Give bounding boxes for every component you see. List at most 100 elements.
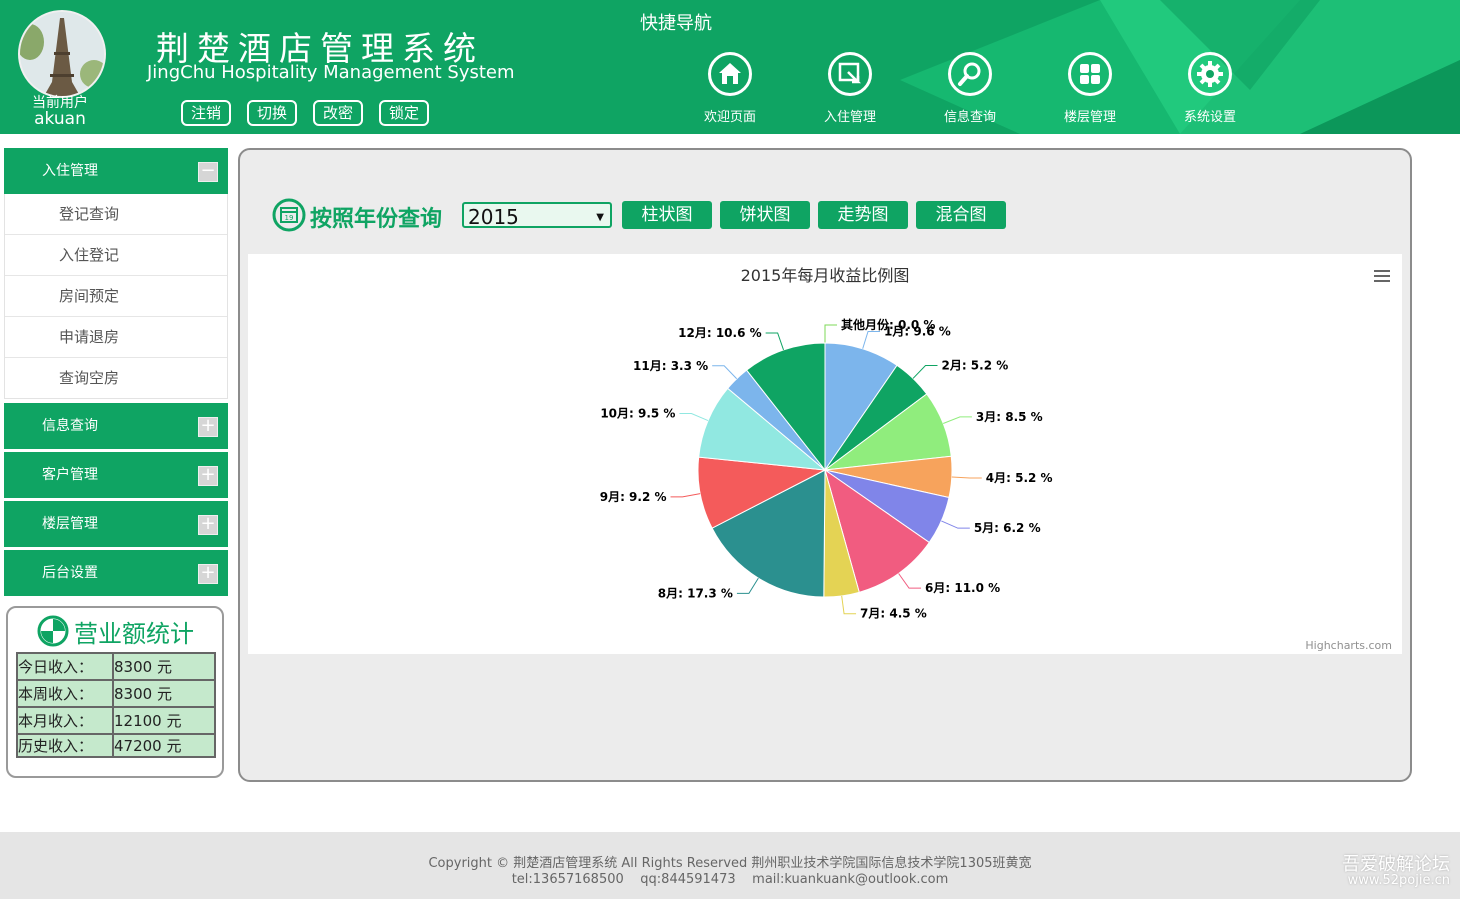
change-password-button[interactable]: 改密 bbox=[313, 100, 363, 126]
connector-line-5 bbox=[941, 520, 970, 529]
user-avatar[interactable] bbox=[18, 10, 106, 98]
sidebar-section-label: 信息查询 bbox=[42, 418, 98, 434]
data-label-9: 9月: 9.2 % bbox=[600, 490, 667, 504]
sidebar-item-room-reservation[interactable]: 房间预定 bbox=[5, 275, 227, 316]
data-label-4: 4月: 5.2 % bbox=[986, 471, 1053, 485]
table-row: 本周收入： 8300 元 bbox=[16, 679, 216, 708]
connector-line-9 bbox=[670, 493, 701, 498]
year-select-value: 2015 bbox=[468, 205, 519, 229]
pie-chart-icon bbox=[37, 615, 69, 647]
sidebar-item-registration-query[interactable]: 登记查询 bbox=[5, 194, 227, 234]
sidebar-item-checkout-request[interactable]: 申请退房 bbox=[5, 316, 227, 357]
calendar-icon: 19 bbox=[272, 198, 306, 232]
lock-button[interactable]: 锁定 bbox=[379, 100, 429, 126]
eiffel-tower-icon bbox=[20, 12, 104, 96]
sidebar-section-customer[interactable]: 客户管理 + bbox=[4, 452, 228, 498]
bar-chart-button[interactable]: 柱状图 bbox=[622, 201, 712, 229]
pie-chart-button[interactable]: 饼状图 bbox=[720, 201, 810, 229]
connector-line-2 bbox=[912, 364, 938, 379]
stats-value: 12100 元 bbox=[112, 706, 216, 735]
nav-label: 欢迎页面 bbox=[703, 110, 756, 125]
gear-icon bbox=[1188, 52, 1232, 96]
current-user-name: akuan bbox=[34, 109, 86, 129]
stats-value: 47200 元 bbox=[112, 733, 216, 758]
header: 当前用户 akuan 荆楚酒店管理系统 JingChu Hospitality … bbox=[0, 0, 1460, 134]
sidebar-item-checkin-registration[interactable]: 入住登记 bbox=[5, 234, 227, 275]
mixed-chart-button[interactable]: 混合图 bbox=[916, 201, 1006, 229]
stats-title: 营业额统计 bbox=[74, 620, 194, 648]
sidebar-section-floor[interactable]: 楼层管理 + bbox=[4, 501, 228, 547]
stats-value: 8300 元 bbox=[112, 679, 216, 708]
data-label-7: 7月: 4.5 % bbox=[860, 607, 927, 621]
connector-line-11 bbox=[712, 365, 738, 380]
table-row: 历史收入： 47200 元 bbox=[16, 733, 216, 758]
logout-button[interactable]: 注销 bbox=[181, 100, 231, 126]
collapse-icon[interactable]: − bbox=[198, 162, 218, 182]
app-subtitle: JingChu Hospitality Management System bbox=[147, 62, 515, 83]
svg-text:19: 19 bbox=[285, 214, 294, 222]
sidebar: 入住管理 − 登记查询 入住登记 房间预定 申请退房 查询空房 信息查询 + 客… bbox=[4, 148, 228, 599]
footer: Copyright © 荆楚酒店管理系统 All Rights Reserved… bbox=[0, 832, 1460, 899]
sidebar-section-info-query[interactable]: 信息查询 + bbox=[4, 403, 228, 449]
expand-icon[interactable]: + bbox=[198, 466, 218, 486]
year-select[interactable]: 2015 ▼ bbox=[462, 202, 612, 229]
connector-line-6 bbox=[898, 573, 922, 589]
data-label-5: 5月: 6.2 % bbox=[974, 521, 1041, 535]
nav-system-settings[interactable]: 系统设置 bbox=[1160, 52, 1260, 125]
connector-line-4 bbox=[951, 476, 982, 479]
nav-label: 楼层管理 bbox=[1063, 110, 1116, 125]
table-row: 本月收入： 12100 元 bbox=[16, 706, 216, 735]
quick-nav-title: 快捷导航 bbox=[640, 13, 712, 34]
checkin-icon bbox=[828, 52, 872, 96]
nav-label: 信息查询 bbox=[943, 110, 996, 125]
stats-label: 本周收入： bbox=[16, 679, 114, 708]
connector-line-10 bbox=[679, 413, 709, 421]
sidebar-submenu: 登记查询 入住登记 房间预定 申请退房 查询空房 bbox=[4, 194, 228, 399]
sidebar-section-label: 楼层管理 bbox=[42, 516, 98, 532]
footer-copyright: Copyright © 荆楚酒店管理系统 All Rights Reserved… bbox=[428, 856, 1032, 871]
query-by-year-title: 按照年份查询 bbox=[310, 207, 443, 232]
data-label-3: 3月: 8.5 % bbox=[976, 410, 1043, 424]
data-label-10: 10月: 9.5 % bbox=[600, 407, 675, 421]
nav-checkin[interactable]: 入住管理 bbox=[800, 52, 900, 125]
nav-floor-management[interactable]: 楼层管理 bbox=[1040, 52, 1140, 125]
chart-credits[interactable]: Highcharts.com bbox=[1305, 639, 1392, 652]
nav-label: 入住管理 bbox=[823, 110, 876, 125]
connector-line-7 bbox=[841, 595, 857, 615]
stats-label: 历史收入： bbox=[16, 733, 114, 758]
data-label-6: 6月: 11.0 % bbox=[925, 581, 1000, 595]
stats-value: 8300 元 bbox=[112, 652, 216, 681]
main-panel: 19 按照年份查询 2015 ▼ 柱状图 饼状图 走势图 混合图 2015年每月… bbox=[238, 148, 1412, 782]
grid-icon bbox=[1068, 52, 1112, 96]
sidebar-section-checkin[interactable]: 入住管理 − bbox=[4, 148, 228, 194]
connector-line-8 bbox=[736, 577, 759, 594]
data-label-8: 8月: 17.3 % bbox=[658, 586, 733, 600]
table-row: 今日收入： 8300 元 bbox=[16, 652, 216, 681]
sidebar-item-vacant-rooms[interactable]: 查询空房 bbox=[5, 357, 227, 398]
connector-line-0 bbox=[824, 324, 837, 343]
pie-chart: 其他月份: 0.0 %1月: 9.6 %2月: 5.2 %3月: 8.5 %4月… bbox=[600, 317, 1053, 621]
data-label-11: 11月: 3.3 % bbox=[633, 359, 708, 373]
expand-icon[interactable]: + bbox=[198, 564, 218, 584]
chevron-down-icon: ▼ bbox=[596, 212, 604, 223]
trend-chart-button[interactable]: 走势图 bbox=[818, 201, 908, 229]
expand-icon[interactable]: + bbox=[198, 515, 218, 535]
sidebar-section-label: 入住管理 bbox=[42, 163, 98, 179]
nav-label: 系统设置 bbox=[1183, 110, 1236, 125]
stats-label: 今日收入： bbox=[16, 652, 114, 681]
sidebar-section-backend[interactable]: 后台设置 + bbox=[4, 550, 228, 596]
nav-welcome[interactable]: 欢迎页面 bbox=[680, 52, 780, 125]
nav-info-query[interactable]: 信息查询 bbox=[920, 52, 1020, 125]
current-user-caption: 当前用户 bbox=[32, 95, 88, 111]
stats-table: 今日收入： 8300 元 本周收入： 8300 元 本月收入： 12100 元 … bbox=[16, 652, 216, 758]
sidebar-section-label: 后台设置 bbox=[42, 565, 98, 581]
switch-user-button[interactable]: 切换 bbox=[247, 100, 297, 126]
revenue-stats-panel: 营业额统计 今日收入： 8300 元 本周收入： 8300 元 本月收入： 12… bbox=[6, 606, 224, 778]
data-label-12: 12月: 10.6 % bbox=[678, 326, 762, 340]
connector-line-12 bbox=[765, 332, 784, 351]
data-label-2: 2月: 5.2 % bbox=[941, 358, 1008, 372]
footer-contact: tel:13657168500 qq:844591473 mail:kuanku… bbox=[511, 872, 949, 887]
expand-icon[interactable]: + bbox=[198, 417, 218, 437]
home-icon bbox=[708, 52, 752, 96]
chart-container: 2015年每月收益比例图 其他月份: 0.0 % 1月: 9.6 % 2月: 5.2… bbox=[248, 254, 1402, 654]
